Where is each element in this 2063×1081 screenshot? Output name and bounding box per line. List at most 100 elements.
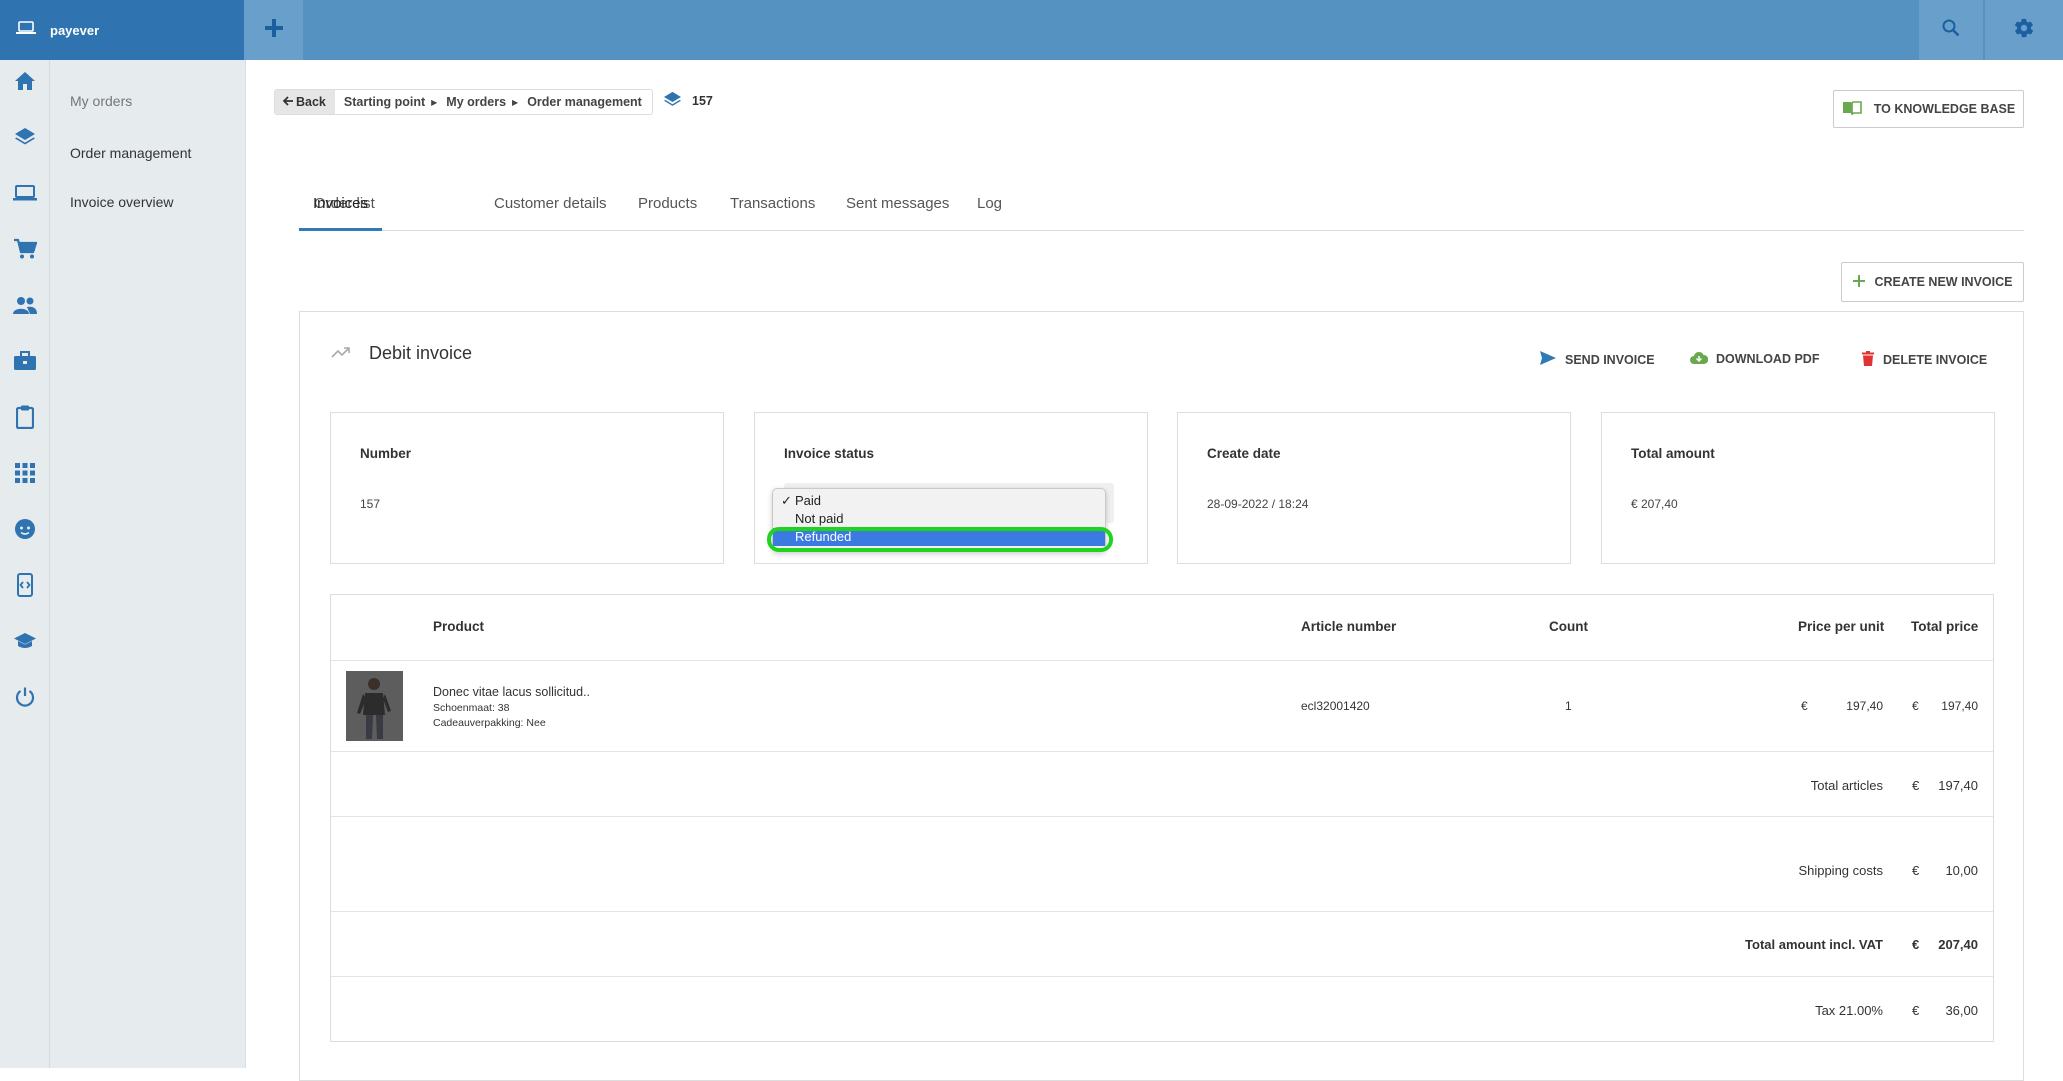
- rail-clipboard[interactable]: [0, 391, 50, 447]
- breadcrumb-item-starting-point[interactable]: Starting point: [335, 95, 425, 109]
- create-new-invoice-button[interactable]: CREATE NEW INVOICE: [1841, 262, 2024, 302]
- tab-bar: Order list Invoices Customer details Pro…: [299, 190, 2024, 231]
- item-count: 1: [1565, 699, 1572, 713]
- highlight-ring: [767, 527, 1113, 552]
- device-code-icon: [16, 572, 34, 602]
- summary-row-tax: Tax 21.00% € 36,00: [331, 977, 1993, 1041]
- summary-row-total-amount: Total amount incl. VAT € 207,40: [331, 912, 1993, 977]
- column-header-total-price: Total price: [1911, 619, 1979, 634]
- create-date-label: Create date: [1207, 446, 1281, 461]
- total-price-currency: €: [1912, 699, 1919, 713]
- download-pdf-button[interactable]: DOWNLOAD PDF: [1690, 351, 1819, 367]
- summary-label: Shipping costs: [1798, 863, 1883, 878]
- status-option-paid[interactable]: ✓ Paid: [773, 492, 1105, 510]
- rail-business[interactable]: [0, 335, 50, 391]
- product-thumbnail: [346, 671, 403, 741]
- delete-invoice-label: DELETE INVOICE: [1883, 353, 1988, 367]
- delete-invoice-button[interactable]: DELETE INVOICE: [1862, 351, 1987, 369]
- breadcrumb: Back Starting point ▶ My orders ▶ Order …: [274, 89, 653, 115]
- price-per-unit-currency: €: [1801, 699, 1808, 713]
- top-bar: [0, 0, 2063, 60]
- laptop-icon: [16, 20, 36, 41]
- tab-customer-details[interactable]: Customer details: [494, 190, 607, 231]
- number-label: Number: [360, 446, 412, 461]
- rail-shop[interactable]: [0, 223, 50, 279]
- back-button[interactable]: Back: [275, 90, 335, 114]
- tab-sent-messages[interactable]: Sent messages: [846, 190, 949, 231]
- sub-navigation: My orders Order management Invoice overv…: [50, 60, 246, 1068]
- clipboard-icon: [15, 405, 35, 434]
- summary-label: Total amount incl. VAT: [1745, 937, 1883, 952]
- knowledge-base-button[interactable]: TO KNOWLEDGE BASE: [1833, 90, 2024, 128]
- rail-pos[interactable]: [0, 167, 50, 223]
- summary-currency: €: [1912, 937, 1920, 952]
- rail-apps[interactable]: [0, 447, 50, 503]
- summary-value: 36,00: [1945, 1003, 1978, 1018]
- invoice-status-label: Invoice status: [784, 446, 875, 461]
- status-option-label: Not paid: [795, 511, 844, 526]
- tab-transactions[interactable]: Transactions: [730, 190, 815, 231]
- table-header-row: Product Article number Count Price per u…: [331, 595, 1993, 661]
- rail-face[interactable]: [0, 503, 50, 559]
- people-icon: [13, 296, 37, 319]
- send-invoice-label: SEND INVOICE: [1565, 352, 1655, 367]
- search-icon: [1942, 19, 1960, 42]
- total-amount-card: Total amount € 207,40: [1601, 412, 1995, 564]
- breadcrumb-item-order-management[interactable]: Order management: [518, 95, 652, 109]
- summary-label: Total articles: [1810, 778, 1883, 793]
- summary-currency: €: [1912, 778, 1920, 793]
- rail-layers[interactable]: [0, 111, 50, 167]
- plus-icon: [1852, 274, 1865, 290]
- column-header-product: Product: [433, 619, 485, 634]
- plus-icon: [264, 18, 283, 42]
- add-button[interactable]: [244, 0, 303, 60]
- product-attribute: Cadeauverpakking: Nee: [433, 717, 546, 729]
- settings-button[interactable]: [1985, 0, 2063, 60]
- summary-currency: €: [1912, 1003, 1920, 1018]
- tab-products[interactable]: Products: [638, 190, 697, 231]
- rail-devices[interactable]: [0, 559, 50, 615]
- subnav-item-my-orders[interactable]: My orders: [70, 93, 132, 109]
- send-invoice-button[interactable]: SEND INVOICE: [1540, 351, 1655, 368]
- product-attribute: Schoenmaat: 38: [433, 702, 510, 714]
- tab-log[interactable]: Log: [977, 190, 1002, 231]
- rail-contacts[interactable]: [0, 279, 50, 335]
- breadcrumb-item-my-orders[interactable]: My orders: [437, 95, 506, 109]
- subnav-item-invoice-overview[interactable]: Invoice overview: [70, 194, 174, 210]
- cloud-download-icon: [1690, 351, 1709, 367]
- column-header-price-per-unit: Price per unit: [1798, 619, 1885, 634]
- summary-value: 10,00: [1945, 863, 1978, 878]
- article-number: ecl32001420: [1301, 699, 1370, 713]
- number-value: 157: [360, 497, 381, 511]
- total-amount-value: € 207,40: [1631, 497, 1678, 511]
- apps-grid-icon: [15, 462, 35, 488]
- cart-icon: [13, 238, 38, 265]
- product-name: Donec vitae lacus sollicitud..: [433, 685, 591, 699]
- summary-row-total-articles: Total articles € 197,40: [331, 752, 1993, 817]
- trending-up-icon: [331, 343, 351, 364]
- products-table: Product Article number Count Price per u…: [330, 594, 1994, 1042]
- knowledge-base-label: TO KNOWLEDGE BASE: [1873, 102, 2016, 116]
- back-label: Back: [296, 95, 326, 109]
- layers-icon: [14, 127, 36, 152]
- summary-currency: €: [1912, 863, 1920, 878]
- summary-value: 197,40: [1938, 778, 1978, 793]
- tab-invoices[interactable]: Invoices: [299, 190, 382, 231]
- rail-logout[interactable]: [0, 671, 50, 727]
- status-option-not-paid[interactable]: Not paid: [773, 510, 1105, 528]
- brand-switcher[interactable]: payever: [0, 0, 244, 60]
- gear-icon: [2013, 17, 2035, 44]
- rail-academy[interactable]: [0, 615, 50, 671]
- face-icon: [14, 518, 36, 545]
- subnav-item-order-management[interactable]: Order management: [70, 145, 191, 161]
- create-new-invoice-label: CREATE NEW INVOICE: [1874, 275, 2013, 289]
- checkmark-icon: ✓: [781, 493, 792, 508]
- table-row: Donec vitae lacus sollicitud.. Schoenmaa…: [331, 661, 1993, 752]
- create-date-value: 28-09-2022 / 18:24: [1207, 497, 1309, 511]
- summary-label: Tax 21.00%: [1815, 1003, 1883, 1018]
- column-header-article-number: Article number: [1301, 619, 1397, 634]
- book-icon: [1842, 100, 1862, 119]
- search-button[interactable]: [1919, 0, 1983, 60]
- rail-home[interactable]: [0, 55, 50, 111]
- order-number-indicator: 157: [663, 91, 713, 111]
